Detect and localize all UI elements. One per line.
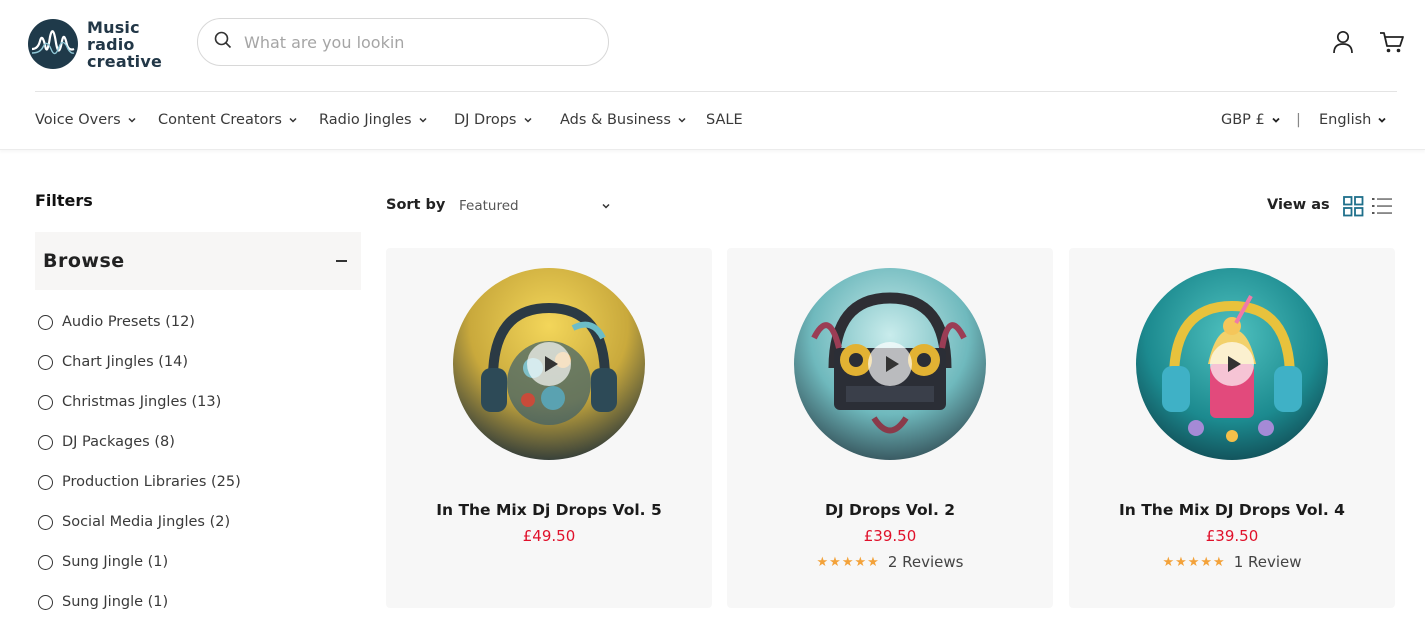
nav-dj-drops[interactable]: DJ Drops bbox=[454, 112, 533, 128]
language-value: English bbox=[1319, 112, 1372, 128]
site-header: Music radio creative bbox=[0, 0, 1425, 92]
list-view-icon[interactable] bbox=[1371, 196, 1393, 216]
filter-label: Production Libraries (25) bbox=[62, 474, 241, 490]
chevron-down-icon bbox=[602, 203, 610, 209]
brand-logo[interactable]: Music radio creative bbox=[28, 14, 178, 74]
sort-dropdown[interactable]: Featured bbox=[459, 196, 611, 216]
logo-line-1: Music bbox=[87, 17, 140, 37]
product-title[interactable]: DJ Drops Vol. 2 bbox=[727, 501, 1053, 519]
search-bar bbox=[197, 18, 609, 66]
nav-ads-business[interactable]: Ads & Business bbox=[560, 112, 687, 128]
review-count: 2 Reviews bbox=[887, 553, 964, 571]
nav-label: Voice Overs bbox=[35, 112, 121, 128]
product-image bbox=[1136, 268, 1328, 460]
review-count: 1 Review bbox=[1233, 553, 1302, 571]
nav-label: Ads & Business bbox=[560, 112, 671, 128]
product-card[interactable]: DJ Drops Vol. 2 £39.50 ★★★★★ 2 Reviews bbox=[727, 248, 1053, 608]
play-button[interactable] bbox=[868, 342, 912, 386]
filter-label: Christmas Jingles (13) bbox=[62, 394, 222, 410]
nav-voice-overs[interactable]: Voice Overs bbox=[35, 112, 137, 128]
radio-button[interactable] bbox=[38, 474, 53, 490]
filter-item-sung-jingle-2[interactable]: Sung Jingle (1) bbox=[38, 590, 168, 614]
product-image bbox=[794, 268, 986, 460]
radio-button[interactable] bbox=[38, 394, 53, 410]
chevron-down-icon bbox=[1378, 117, 1386, 123]
product-title[interactable]: In The Mix Dj Drops Vol. 5 bbox=[386, 501, 712, 519]
star-rating-icon: ★★★★★ bbox=[816, 554, 880, 570]
grid-view-icon[interactable] bbox=[1343, 196, 1365, 217]
product-rating[interactable]: ★★★★★ 2 Reviews bbox=[727, 553, 1053, 571]
nav-content-creators[interactable]: Content Creators bbox=[158, 112, 298, 128]
nav-label: Content Creators bbox=[158, 112, 282, 128]
view-as-label: View as bbox=[1267, 197, 1330, 213]
nav-label: Radio Jingles bbox=[319, 112, 412, 128]
currency-value: GBP £ bbox=[1221, 112, 1265, 128]
filter-label: Chart Jingles (14) bbox=[62, 354, 189, 370]
filter-item-sung-jingle[interactable]: Sung Jingle (1) bbox=[38, 550, 168, 574]
nav-label: DJ Drops bbox=[454, 112, 517, 128]
chevron-down-icon bbox=[678, 117, 686, 123]
product-price: £39.50 bbox=[1205, 527, 1259, 545]
product-price: £49.50 bbox=[522, 527, 576, 545]
product-title[interactable]: In The Mix DJ Drops Vol. 4 bbox=[1069, 501, 1395, 519]
currency-selector[interactable]: GBP £ bbox=[1221, 112, 1281, 128]
filter-item-chart-jingles[interactable]: Chart Jingles (14) bbox=[38, 350, 188, 374]
product-price: £39.50 bbox=[863, 527, 917, 545]
play-icon bbox=[1227, 356, 1241, 372]
star-rating-icon: ★★★★★ bbox=[1162, 554, 1226, 570]
sort-label: Sort by bbox=[386, 197, 446, 213]
play-button[interactable] bbox=[527, 342, 571, 386]
logo-line-3: creative bbox=[87, 51, 163, 71]
chevron-down-icon bbox=[523, 117, 532, 123]
filter-label: Sung Jingle (1) bbox=[62, 554, 169, 570]
radio-button[interactable] bbox=[38, 554, 53, 570]
nav-separator: | bbox=[1296, 112, 1301, 128]
product-card[interactable]: In The Mix Dj Drops Vol. 5 £49.50 bbox=[386, 248, 712, 608]
logo-wordmark: Music radio creative bbox=[87, 19, 162, 70]
product-card[interactable]: In The Mix DJ Drops Vol. 4 £39.50 ★★★★★ … bbox=[1069, 248, 1395, 608]
browse-accordion-toggle[interactable]: Browse bbox=[35, 232, 361, 290]
radio-button[interactable] bbox=[38, 354, 53, 370]
logo-waveform-icon bbox=[28, 19, 78, 69]
search-icon[interactable] bbox=[214, 31, 232, 54]
product-rating[interactable]: ★★★★★ 1 Review bbox=[1069, 553, 1395, 571]
filter-label: Audio Presets (12) bbox=[62, 314, 195, 330]
filter-item-production-libraries[interactable]: Production Libraries (25) bbox=[38, 470, 241, 494]
language-selector[interactable]: English bbox=[1319, 112, 1387, 128]
filter-label: Social Media Jingles (2) bbox=[62, 514, 231, 530]
collapse-minus-icon bbox=[336, 260, 347, 262]
logo-line-2: radio bbox=[87, 34, 135, 54]
account-icon[interactable] bbox=[1330, 29, 1356, 55]
chevron-down-icon bbox=[419, 117, 427, 123]
chevron-down-icon bbox=[289, 117, 297, 123]
main-nav: Voice Overs Content Creators Radio Jingl… bbox=[0, 92, 1425, 150]
play-icon bbox=[544, 356, 558, 372]
filter-item-social-media-jingles[interactable]: Social Media Jingles (2) bbox=[38, 510, 230, 534]
nav-sale[interactable]: SALE bbox=[706, 112, 743, 128]
radio-button[interactable] bbox=[38, 514, 53, 530]
filter-item-dj-packages[interactable]: DJ Packages (8) bbox=[38, 430, 175, 454]
play-button[interactable] bbox=[1210, 342, 1254, 386]
sort-value: Featured bbox=[459, 198, 519, 214]
nav-label: SALE bbox=[706, 112, 743, 128]
chevron-down-icon bbox=[128, 117, 136, 123]
radio-button[interactable] bbox=[38, 434, 53, 450]
filters-title: Filters bbox=[35, 191, 93, 210]
chevron-down-icon bbox=[1272, 117, 1280, 123]
browse-title: Browse bbox=[43, 250, 125, 272]
product-image bbox=[453, 268, 645, 460]
radio-button[interactable] bbox=[38, 314, 53, 330]
play-icon bbox=[885, 356, 899, 372]
filter-item-christmas-jingles[interactable]: Christmas Jingles (13) bbox=[38, 390, 221, 414]
filter-label: DJ Packages (8) bbox=[62, 434, 175, 450]
filter-label: Sung Jingle (1) bbox=[62, 594, 169, 610]
search-input[interactable] bbox=[244, 32, 584, 52]
filter-item-audio-presets[interactable]: Audio Presets (12) bbox=[38, 310, 195, 334]
radio-button[interactable] bbox=[38, 594, 53, 610]
nav-radio-jingles[interactable]: Radio Jingles bbox=[319, 112, 428, 128]
cart-icon[interactable] bbox=[1379, 29, 1405, 55]
